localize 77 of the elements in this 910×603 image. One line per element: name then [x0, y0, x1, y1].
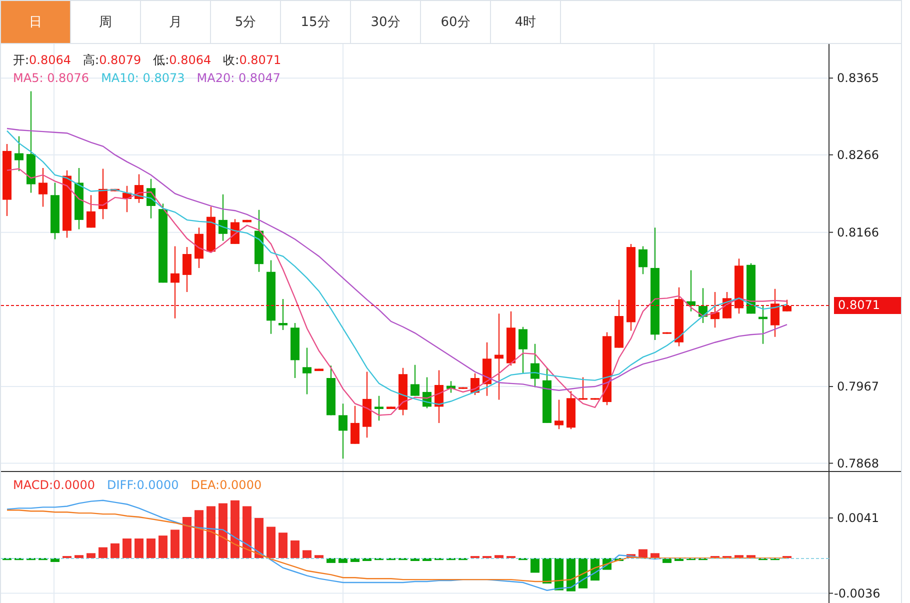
candlestick	[326, 365, 336, 416]
candlestick	[38, 168, 48, 208]
candlestick	[518, 326, 528, 374]
price-value: 0.8064	[29, 53, 72, 67]
candlestick	[386, 406, 396, 410]
moving-average-value: MA10: 0.8073	[101, 71, 185, 85]
candlestick	[350, 405, 360, 444]
price-value: 0.8079	[99, 53, 142, 67]
candlestick	[398, 367, 408, 416]
candlestick	[710, 291, 720, 328]
candlestick	[434, 370, 444, 424]
candlestick	[146, 178, 156, 219]
indicator-value: DIFF:0.0000	[107, 478, 179, 492]
indicator-value: MACD:0.0000	[13, 478, 96, 492]
indicator-value: DEA:0.0000	[190, 478, 262, 492]
candlestick	[506, 310, 516, 366]
candlestick	[638, 246, 648, 275]
candlestick	[422, 376, 432, 409]
axis-label: 0.7967	[837, 380, 879, 394]
candlestick	[590, 398, 600, 400]
candlestick	[182, 246, 192, 292]
candlestick	[74, 168, 84, 230]
candlestick	[482, 342, 492, 396]
candlestick	[302, 347, 312, 395]
axis-label: 0.8266	[837, 148, 879, 162]
candlestick	[110, 188, 120, 192]
candlestick	[698, 288, 708, 324]
candlestick	[50, 182, 60, 240]
candlestick	[194, 227, 204, 268]
candlestick	[278, 298, 288, 330]
candlestick	[134, 174, 144, 204]
candlestick	[542, 367, 552, 424]
candlestick	[674, 286, 684, 347]
candlestick	[530, 343, 540, 388]
price-value: 0.8064	[169, 53, 212, 67]
moving-average-value: MA5: 0.8076	[13, 71, 90, 85]
candlestick	[470, 372, 480, 396]
moving-average-value: MA20: 0.8047	[196, 71, 280, 85]
axis-label: 0.7868	[837, 456, 879, 470]
candlestick	[86, 194, 96, 228]
candlestick	[374, 395, 384, 422]
candlestick	[290, 322, 300, 378]
candlestick	[554, 399, 564, 430]
candlestick	[614, 299, 624, 348]
candlestick	[746, 262, 756, 314]
candlestick	[578, 376, 588, 400]
candlestick	[782, 299, 792, 312]
candlestick	[362, 371, 372, 438]
candlestick	[98, 168, 108, 220]
candlestick	[206, 206, 216, 252]
axis-label: 0.0041	[837, 510, 879, 525]
candlestick	[458, 386, 468, 390]
candlestick	[338, 403, 348, 460]
axis-label: 0.8365	[837, 71, 879, 86]
candlestick	[242, 219, 252, 223]
price-field-label: 高:	[83, 53, 100, 67]
axis-label: -0.0036	[834, 586, 880, 600]
candlestick	[686, 270, 696, 312]
candlestick	[314, 368, 324, 372]
candlestick	[662, 332, 672, 334]
price-field-label: 低:	[153, 53, 170, 67]
candlestick	[254, 209, 264, 272]
candlestick	[734, 258, 744, 314]
candlestick	[14, 136, 24, 172]
candlestick	[446, 380, 456, 394]
candlestick	[410, 364, 420, 396]
last-price-label: 0.8071	[834, 297, 901, 314]
candlestick	[218, 194, 228, 242]
candlestick	[122, 185, 132, 213]
price-field-label: 收:	[223, 53, 240, 67]
candlestick	[758, 305, 768, 344]
price-field-label: 开:	[13, 53, 30, 67]
axis-label: 0.8166	[837, 225, 879, 240]
candlestick	[770, 288, 780, 338]
candlestick	[566, 390, 576, 430]
price-value: 0.8071	[239, 53, 282, 67]
candlestick	[62, 170, 72, 238]
